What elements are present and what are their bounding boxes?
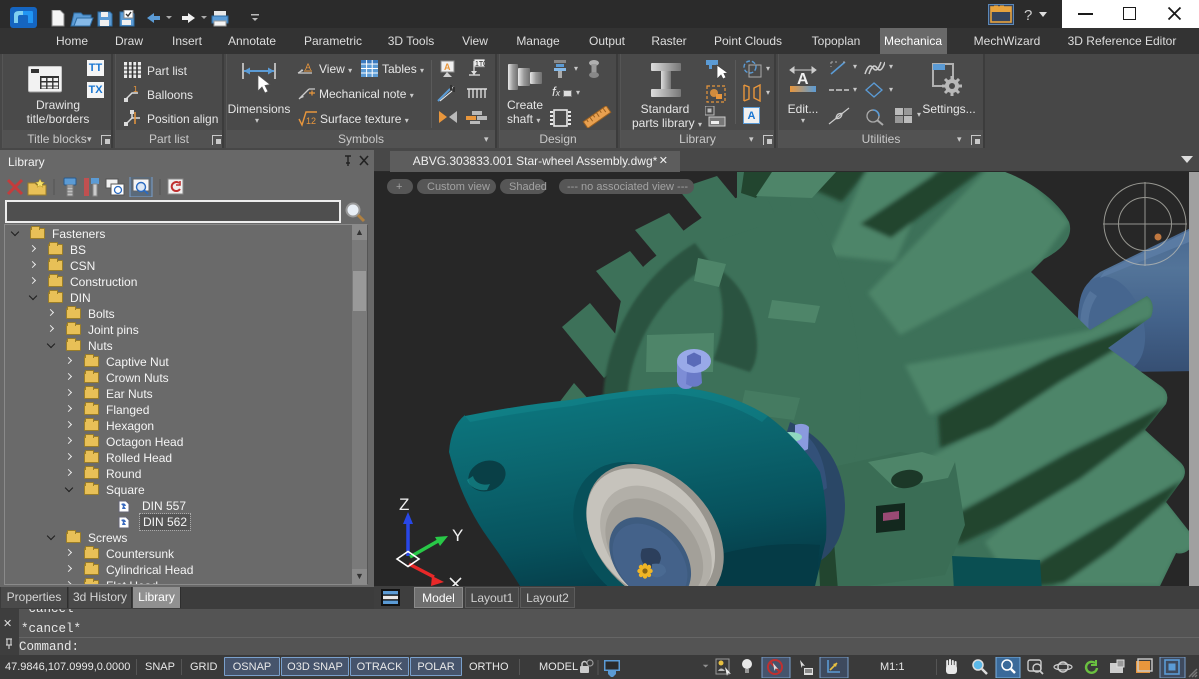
svg-text:Z: Z <box>399 495 409 514</box>
svg-text:+: + <box>396 181 402 193</box>
svg-text:12: 12 <box>306 116 316 126</box>
svg-text:A: A <box>797 71 809 88</box>
svg-text:Shaded: Shaded <box>509 181 547 193</box>
svg-text:1T0: 1T0 <box>475 61 485 68</box>
svg-text:1: 1 <box>133 86 138 94</box>
svg-text:?: ? <box>1024 7 1032 24</box>
svg-text:Y: Y <box>452 526 463 545</box>
svg-text:--- no associated view ---: --- no associated view --- <box>567 181 688 193</box>
svg-text:Custom view: Custom view <box>427 181 490 193</box>
svg-text:A: A <box>444 62 451 72</box>
